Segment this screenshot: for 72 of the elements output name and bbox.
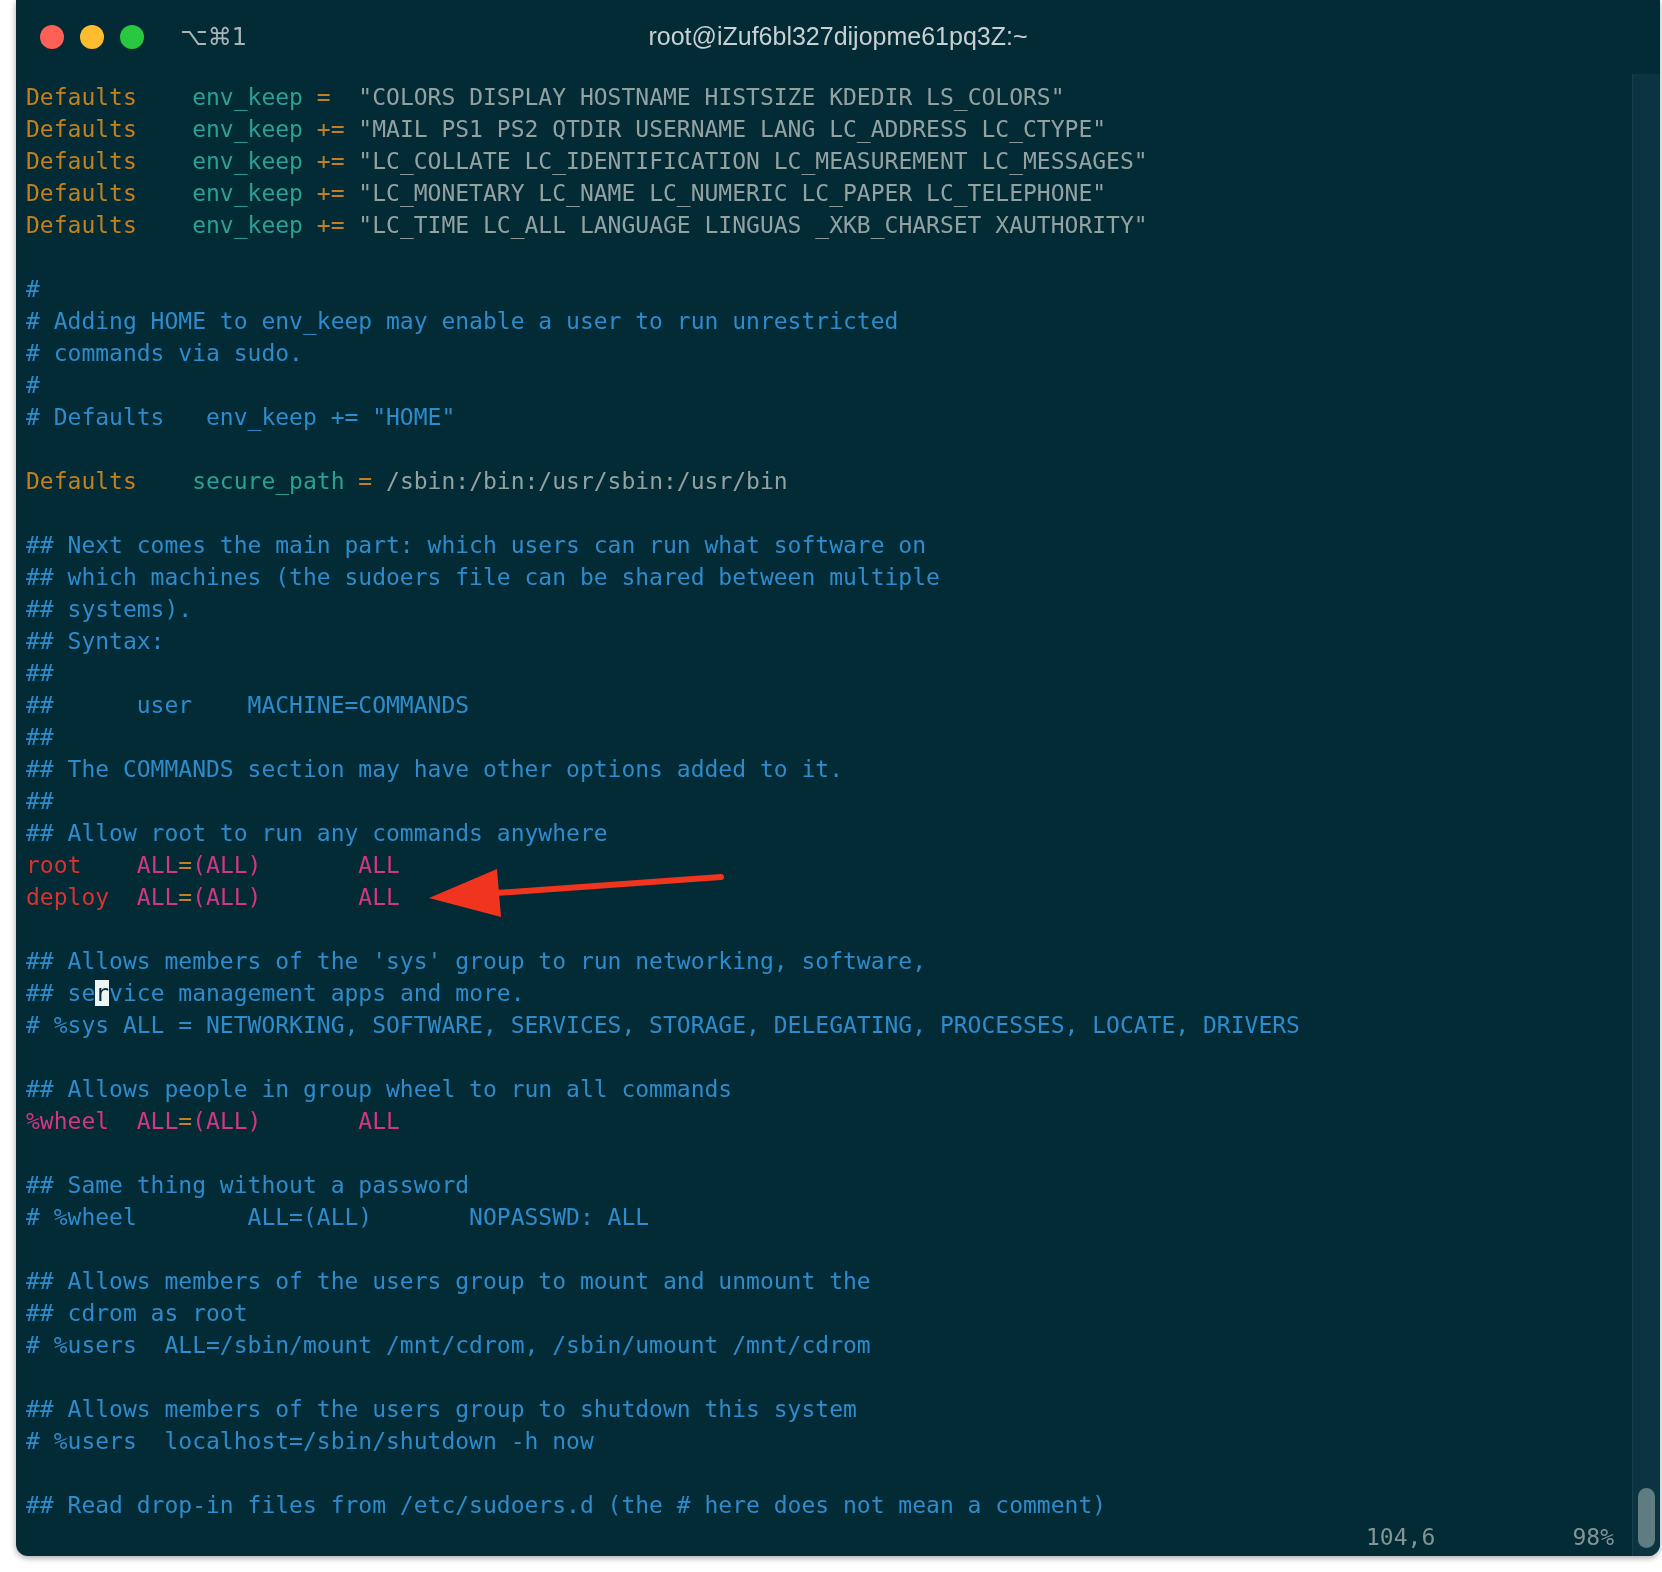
comment-text: #: [26, 372, 40, 398]
operator-text: +=: [316, 212, 345, 238]
keyword-text: Defaults: [26, 180, 137, 206]
keyword-text: Defaults: [26, 148, 137, 174]
comment-text: ## Same thing without a password: [26, 1172, 470, 1198]
comment-text: # Defaults env_keep += "HOME": [26, 404, 456, 430]
comment-text: ## The COMMANDS section may have other options added to it.: [26, 756, 843, 782]
operator-text: +=: [316, 180, 345, 206]
user-text: root: [26, 852, 82, 878]
user-text: deploy: [26, 884, 110, 910]
variable-text: env_keep: [191, 84, 304, 110]
string-text: "COLORS DISPLAY HOSTNAME HISTSIZE KDEDIR LS_COLORS": [357, 84, 1065, 110]
spec-text: ALL: [135, 884, 179, 910]
text-cursor: r: [95, 980, 110, 1006]
spec-text: (ALL) ALL: [192, 1108, 400, 1134]
comment-text: # %users localhost=/sbin/shutdown -h now: [26, 1428, 594, 1454]
spec-text: (ALL) ALL: [192, 884, 400, 910]
keyword-text: Defaults: [26, 116, 137, 142]
comment-text: ##: [26, 788, 54, 814]
close-button[interactable]: [40, 25, 64, 49]
keyword-text: Defaults: [26, 212, 137, 238]
comment-text: ## user MACHINE=COMMANDS: [26, 692, 470, 718]
string-text: /sbin:/bin:/usr/sbin:/usr/bin: [385, 468, 788, 494]
comment-text: ## cdrom as root: [26, 1300, 248, 1326]
comment-text: ## Allow root to run any commands anywhere: [26, 820, 608, 846]
comment-text: vice management apps and more.: [109, 980, 525, 1006]
scroll-percent: 98%: [1572, 1523, 1614, 1552]
comment-text: ## Allows members of the 'sys' group to run networking, software,: [26, 948, 927, 974]
comment-text: ##: [26, 660, 54, 686]
comment-text: ## which machines (the sudoers file can be shared between multiple: [26, 564, 940, 590]
maximize-button[interactable]: [120, 25, 144, 49]
comment-text: # Adding HOME to env_keep may enable a user to run unrestricted: [26, 308, 899, 334]
string-text: "LC_TIME LC_ALL LANGUAGE LINGUAS _XKB_CHARSET XAUTHORITY": [357, 212, 1148, 238]
operator-text: =: [358, 468, 373, 494]
comment-text: # %users ALL=/sbin/mount /mnt/cdrom, /sbin/umount /mnt/cdrom: [26, 1332, 871, 1358]
string-text: "LC_COLLATE LC_IDENTIFICATION LC_MEASUREMENT LC_MESSAGES": [357, 148, 1148, 174]
comment-text: ## Read drop-in files from /etc/sudoers.d (the # here does not mean a comment): [26, 1492, 1107, 1518]
comment-text: ## Allows people in group wheel to run all commands: [26, 1076, 733, 1102]
cursor-position: 104,6: [1366, 1523, 1436, 1552]
comment-text: # %wheel ALL=(ALL) NOPASSWD: ALL: [26, 1204, 650, 1230]
keyword-text: Defaults: [26, 468, 137, 494]
string-text: "MAIL PS1 PS2 QTDIR USERNAME LANG LC_ADDRESS LC_CTYPE": [357, 116, 1107, 142]
comment-text: ## Allows members of the users group to shutdown this system: [26, 1396, 857, 1422]
string-text: "LC_MONETARY LC_NAME LC_NUMERIC LC_PAPER LC_TELEPHONE": [357, 180, 1107, 206]
spec-text: (ALL) ALL: [192, 852, 400, 878]
variable-text: env_keep: [191, 116, 304, 142]
operator-text: =: [178, 884, 193, 910]
keyword-text: Defaults: [26, 84, 137, 110]
spec-text: ALL: [135, 852, 179, 878]
comment-text: ## Syntax:: [26, 628, 165, 654]
spec-text: %wheel ALL: [26, 1108, 179, 1134]
operator-text: +=: [316, 148, 345, 174]
variable-text: secure_path: [191, 468, 346, 494]
comment-text: ## se: [26, 980, 96, 1006]
variable-text: env_keep: [191, 212, 304, 238]
comment-text: # commands via sudo.: [26, 340, 303, 366]
comment-text: ## Next comes the main part: which users can run what software on: [26, 532, 927, 558]
shortcut-label: ⌥⌘1: [180, 23, 247, 51]
comment-text: ## systems).: [26, 596, 193, 622]
operator-text: =: [316, 84, 331, 110]
operator-text: +=: [316, 116, 345, 142]
minimize-button[interactable]: [80, 25, 104, 49]
comment-text: ## Allows members of the users group to mount and unmount the: [26, 1268, 871, 1294]
operator-text: =: [178, 852, 193, 878]
variable-text: env_keep: [191, 180, 304, 206]
comment-text: ##: [26, 724, 54, 750]
comment-text: # %sys ALL = NETWORKING, SOFTWARE, SERVICES, STORAGE, DELEGATING, PROCESSES, LOCATE, DRIVERS: [26, 1012, 1300, 1038]
comment-text: #: [26, 276, 40, 302]
variable-text: env_keep: [191, 148, 304, 174]
scrollbar-thumb[interactable]: [1638, 1488, 1655, 1548]
operator-text: =: [178, 1108, 193, 1134]
window-title: root@iZuf6bl327dijopme61pq3Z:~: [648, 22, 1028, 50]
